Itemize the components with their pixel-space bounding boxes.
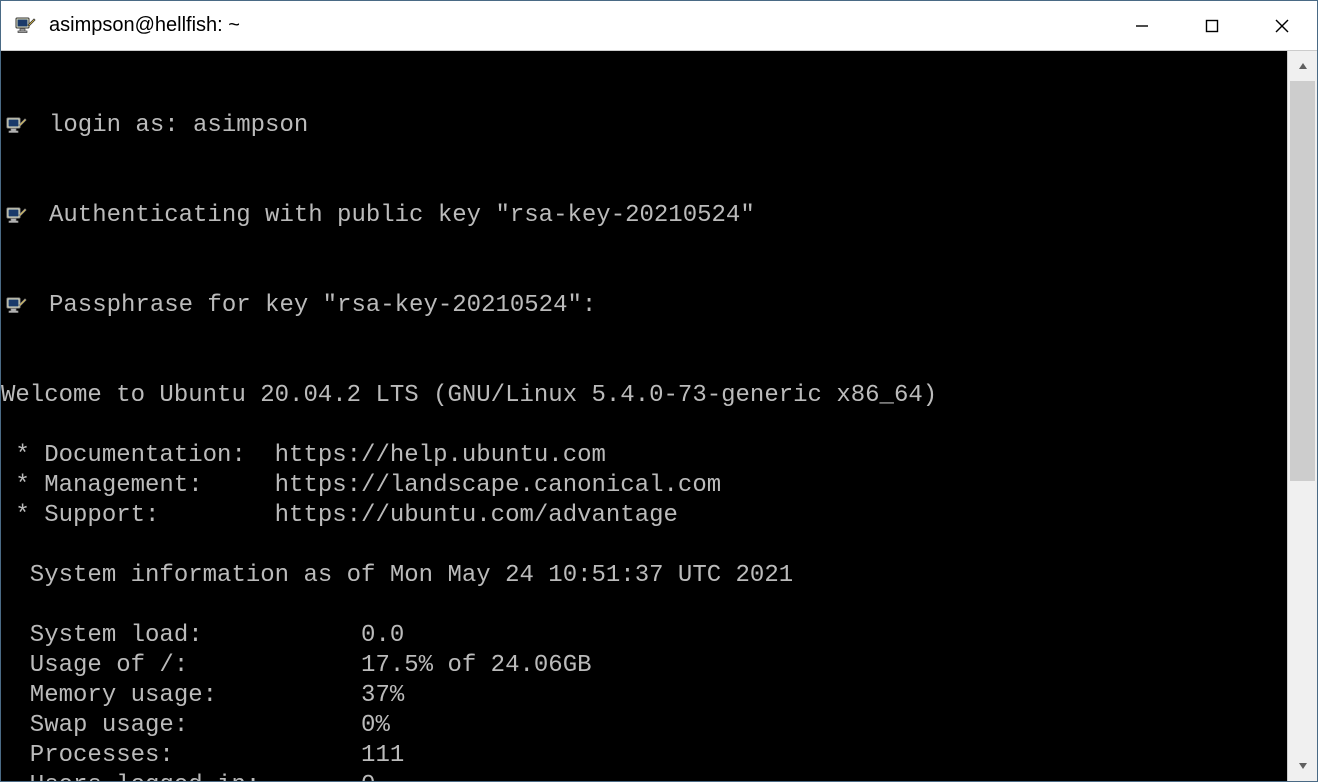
terminal-line: login as: asimpson xyxy=(1,111,1287,141)
terminal-line: Authenticating with public key "rsa-key-… xyxy=(1,201,1287,231)
vertical-scrollbar[interactable] xyxy=(1287,51,1317,781)
putty-line-icon xyxy=(1,201,49,231)
scroll-up-button[interactable] xyxy=(1288,51,1317,81)
putty-app-icon xyxy=(13,14,37,38)
terminal-line: Passphrase for key "rsa-key-20210524": xyxy=(1,291,1287,321)
window-titlebar: asimpson@hellfish: ~ xyxy=(1,1,1317,51)
window-controls xyxy=(1107,1,1317,50)
scroll-thumb[interactable] xyxy=(1290,81,1315,481)
putty-line-icon xyxy=(1,111,49,141)
maximize-button[interactable] xyxy=(1177,1,1247,50)
window-title: asimpson@hellfish: ~ xyxy=(49,14,1107,37)
close-button[interactable] xyxy=(1247,1,1317,50)
terminal-output[interactable]: login as: asimpson Authenticating with p… xyxy=(1,51,1287,781)
terminal-body: Welcome to Ubuntu 20.04.2 LTS (GNU/Linux… xyxy=(1,381,1287,781)
putty-line-icon xyxy=(1,291,49,321)
terminal-container: login as: asimpson Authenticating with p… xyxy=(1,51,1317,781)
scroll-down-button[interactable] xyxy=(1288,751,1317,781)
terminal-text: Passphrase for key "rsa-key-20210524": xyxy=(49,291,596,321)
terminal-text: Authenticating with public key "rsa-key-… xyxy=(49,201,755,231)
terminal-text: login as: asimpson xyxy=(49,111,308,141)
minimize-button[interactable] xyxy=(1107,1,1177,50)
